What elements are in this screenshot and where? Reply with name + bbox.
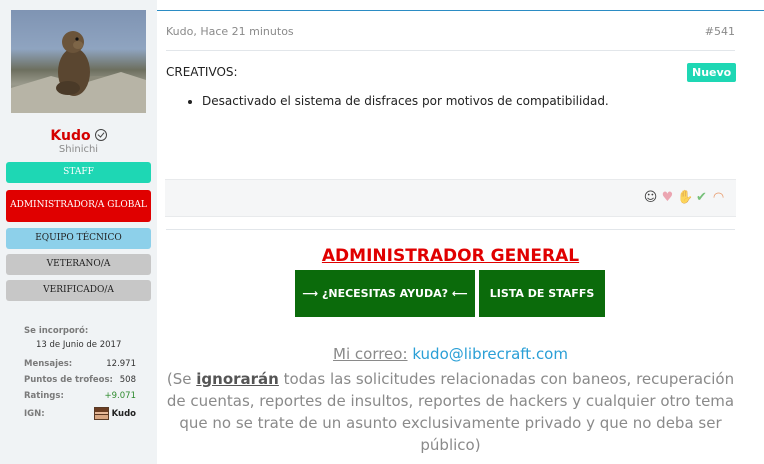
ratings-label: Ratings: [24,391,64,401]
banner-verified: VERIFICADO/A [6,280,151,301]
banner-global-admin: ADMINISTRADOR/A GLOBAL [6,190,151,222]
post-number[interactable]: #541 [705,25,735,38]
username-text[interactable]: Kudo [50,128,90,144]
email-line: Mi correo: kudo@librecraft.com [166,345,735,363]
staff-list-button[interactable]: LISTA DE STAFFS [479,270,605,317]
joined-label: Se incorporó: [24,326,89,336]
smile-icon[interactable]: ☺ [643,190,658,206]
ign-row: IGN: Kudo [24,407,136,421]
list-item: Desactivado el sistema de disfraces por … [202,94,609,108]
minecraft-head-icon [93,407,109,420]
new-badge: Nuevo [687,63,737,82]
post-meta[interactable]: Kudo, Hace 21 minutos [166,25,294,38]
ratings-value: +9.071 [104,391,136,401]
banner-staff: STAFF [6,162,151,183]
notice-open: (Se [166,370,197,388]
thumbs-up-icon[interactable]: ✋ [677,190,693,206]
messages-label: Mensajes: [24,359,73,369]
banner-veteran: VETERANO/A [6,254,151,275]
changes-list: Desactivado el sistema de disfraces por … [188,94,609,108]
signature-title: ADMINISTRADOR GENERAL [321,246,580,266]
page-top-line [148,10,764,11]
banner-tech-team: EQUIPO TÉCNICO [6,228,151,249]
reaction-bar: ☺ ♥ ✋ ✔ ◠ [165,179,736,217]
divider [166,50,735,51]
email-link[interactable]: kudo@librecraft.com [412,345,568,363]
messages-value[interactable]: 12.971 [106,359,136,369]
reactions: ☺ ♥ ✋ ✔ ◠ [643,190,726,206]
email-label: Mi correo: [333,345,408,363]
ratings-row: Ratings: +9.071 [24,391,136,403]
signature-notice: (Se ignorarán todas las solicitudes rela… [166,368,735,456]
ign-value: Kudo [93,407,136,420]
user-sidebar: Kudo Shinichi STAFF ADMINISTRADOR/A GLOB… [0,0,157,464]
section-title: CREATIVOS: [166,65,238,79]
rainbow-icon[interactable]: ◠ [711,190,726,206]
username[interactable]: Kudo [0,128,157,144]
check-icon[interactable]: ✔ [694,190,709,206]
avatar[interactable] [11,10,146,113]
signature-divider [166,229,735,230]
trophies-value[interactable]: 508 [120,375,136,385]
ign-label: IGN: [24,409,45,419]
verified-icon [94,129,107,141]
ign-name: Kudo [111,408,136,419]
notice-emphasis: ignorarán [196,370,279,388]
messages-row: Mensajes: 12.971 [24,359,136,371]
joined-value: 13 de Junio de 2017 [36,340,122,350]
trophies-label: Puntos de trofeos: [24,375,113,385]
help-button[interactable]: ⟶ ¿NECESITAS AYUDA? ⟵ [295,270,475,317]
user-title: Shinichi [58,144,99,155]
trophies-row: Puntos de trofeos: 508 [24,375,136,387]
heart-icon[interactable]: ♥ [660,190,675,206]
